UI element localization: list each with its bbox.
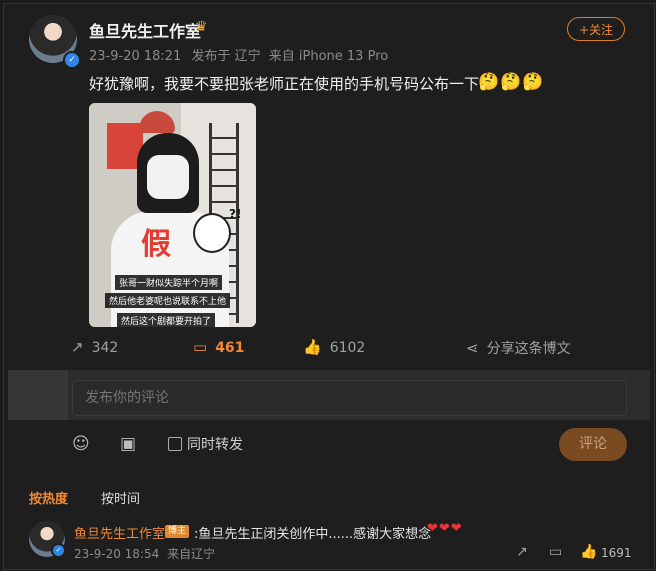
comment-input[interactable] bbox=[72, 380, 627, 416]
post-meta: 23-9-20 18:21 发布于 辽宁 来自 iPhone 13 Pro bbox=[89, 45, 388, 64]
post-source: 来自 iPhone 13 Pro bbox=[268, 49, 389, 64]
comment-location: 来自辽宁 bbox=[167, 547, 216, 561]
comment-like-icon[interactable]: 👍 bbox=[580, 544, 597, 560]
repost-icon: ↗ bbox=[71, 338, 84, 356]
post-location: 发布于 辽宁 bbox=[191, 49, 261, 64]
thumbs-up-icon: 👍 bbox=[303, 338, 322, 356]
repost-count: 342 bbox=[91, 340, 119, 356]
comment-action[interactable]: ▭ 461 bbox=[193, 338, 244, 356]
author-name[interactable]: 鱼旦先生工作室 bbox=[89, 18, 201, 42]
image-mask-face bbox=[147, 155, 189, 199]
comment-timestamp: 23-9-20 18:54 bbox=[74, 547, 160, 561]
repost-checkbox-label[interactable]: 同时转发 bbox=[187, 434, 243, 454]
comment-icon: ▭ bbox=[193, 338, 208, 356]
image-caption-3: 然后这个剧都要开拍了 bbox=[117, 313, 216, 327]
comment-count: 461 bbox=[215, 340, 245, 356]
comment-author[interactable]: 鱼旦先生工作室 bbox=[74, 523, 165, 542]
repost-action[interactable]: ↗ 342 bbox=[71, 338, 118, 356]
share-action[interactable]: ⋖ 分享这条博文 bbox=[466, 338, 571, 358]
repost-checkbox[interactable] bbox=[168, 437, 182, 451]
like-action[interactable]: 👍 6102 bbox=[303, 338, 365, 356]
share-icon: ⋖ bbox=[466, 339, 479, 357]
comment-like-count: 1691 bbox=[601, 546, 632, 560]
share-label: 分享这条博文 bbox=[486, 341, 571, 357]
author-badge: 博主 bbox=[165, 525, 190, 538]
image-fake-char: 假 bbox=[141, 227, 171, 262]
comment-repost-icon[interactable]: ↗ bbox=[516, 544, 528, 560]
submit-comment-button[interactable]: 评论 bbox=[559, 428, 627, 461]
post-image[interactable]: 假 ?! 张哥一财似失踪半个月啊 然后他老婆呢也说联系不上他 然后这个剧都要开拍… bbox=[89, 103, 256, 327]
crown-icon: ♛ bbox=[195, 19, 208, 35]
image-question-marks: ?! bbox=[229, 207, 242, 221]
verified-badge-icon: ✓ bbox=[63, 51, 81, 69]
like-count: 6102 bbox=[329, 340, 366, 356]
comment-meta: 23-9-20 18:54 来自辽宁 bbox=[74, 545, 215, 562]
image-upload-icon[interactable]: ▣ bbox=[120, 434, 136, 454]
post-timestamp[interactable]: 23-9-20 18:21 bbox=[89, 49, 181, 64]
comment-text: :鱼旦先生正闭关创作中......感谢大家想念 bbox=[194, 527, 432, 542]
panda-meme-icon bbox=[193, 213, 231, 253]
image-caption-1: 张哥一财似失踪半个月啊 bbox=[115, 275, 223, 290]
sort-by-hot-tab[interactable]: 按热度 bbox=[29, 488, 68, 507]
image-caption-2: 然后他老婆呢也说联系不上他 bbox=[105, 293, 231, 308]
composer-avatar-placeholder bbox=[8, 370, 68, 420]
comment-verified-badge-icon: ✓ bbox=[51, 543, 66, 558]
sort-by-time-tab[interactable]: 按时间 bbox=[101, 488, 140, 507]
heart-emoji-icon: ❤❤❤ bbox=[427, 521, 463, 536]
post-text: 好犹豫啊，我要不要把张老师正在使用的手机号码公布一下 bbox=[89, 75, 480, 93]
emoji-picker-icon[interactable]: ☺ bbox=[72, 434, 90, 454]
thinking-emoji-icon: 🤔🤔🤔 bbox=[478, 72, 545, 92]
follow-button[interactable]: +关注 bbox=[567, 17, 625, 41]
comment-reply-icon[interactable]: ▭ bbox=[549, 544, 562, 560]
